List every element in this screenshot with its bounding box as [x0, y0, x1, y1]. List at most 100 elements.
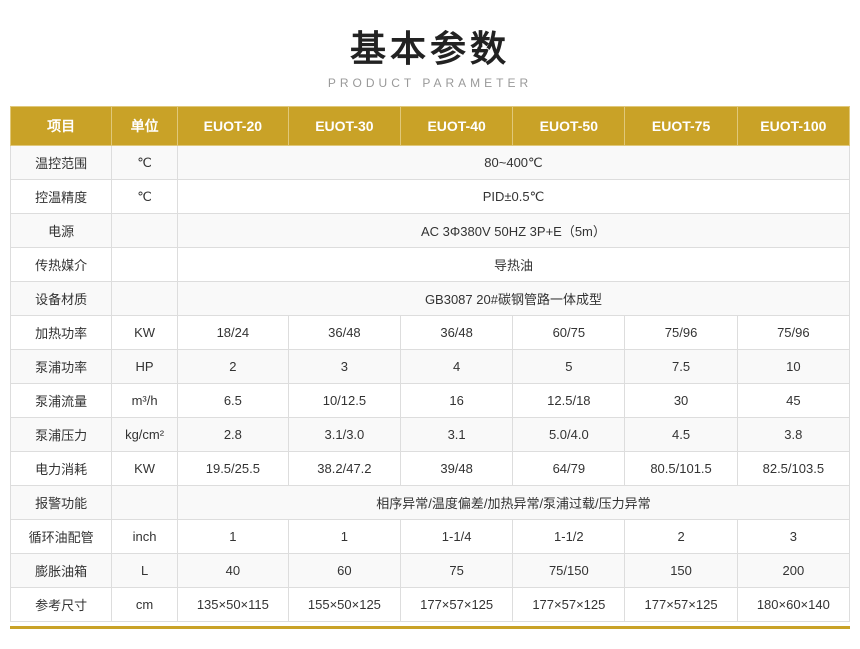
cell-span-value: 相序异常/温度偏差/加热异常/泵浦过载/压力异常 [177, 486, 849, 520]
cell-value: 5 [513, 350, 625, 384]
cell-value: 2 [177, 350, 288, 384]
table-wrapper: 项目单位EUOT-20EUOT-30EUOT-40EUOT-50EUOT-75E… [10, 106, 850, 622]
cell-value: 3.8 [737, 418, 849, 452]
cell-value: 135×50×115 [177, 588, 288, 622]
table-row: 设备材质 GB3087 20#碳钢管路一体成型 [11, 282, 850, 316]
col-header-model-EUOT-50: EUOT-50 [513, 107, 625, 146]
cell-value: 180×60×140 [737, 588, 849, 622]
col-header-model-EUOT-20: EUOT-20 [177, 107, 288, 146]
cell-span-value: 80~400℃ [177, 146, 849, 180]
cell-item: 电源 [11, 214, 112, 248]
cell-unit [112, 214, 178, 248]
cell-value: 36/48 [288, 316, 400, 350]
cell-value: 75/96 [737, 316, 849, 350]
cell-value: 18/24 [177, 316, 288, 350]
cell-value: 80.5/101.5 [625, 452, 737, 486]
cell-value: 82.5/103.5 [737, 452, 849, 486]
col-header-model-EUOT-40: EUOT-40 [401, 107, 513, 146]
cell-value: 3 [288, 350, 400, 384]
cell-unit: m³/h [112, 384, 178, 418]
cell-item: 加热功率 [11, 316, 112, 350]
cell-value: 177×57×125 [625, 588, 737, 622]
cell-unit [112, 248, 178, 282]
cell-value: 36/48 [401, 316, 513, 350]
cell-value: 75/96 [625, 316, 737, 350]
cell-value: 60 [288, 554, 400, 588]
cell-value: 45 [737, 384, 849, 418]
bottom-line [10, 626, 850, 629]
col-header-model-EUOT-75: EUOT-75 [625, 107, 737, 146]
title-section: 基本参数 PRODUCT PARAMETER [328, 20, 532, 90]
table-row: 泵浦压力kg/cm²2.83.1/3.03.15.0/4.04.53.8 [11, 418, 850, 452]
cell-span-value: GB3087 20#碳钢管路一体成型 [177, 282, 849, 316]
cell-item: 温控范围 [11, 146, 112, 180]
cell-item: 传热媒介 [11, 248, 112, 282]
cell-span-value: 导热油 [177, 248, 849, 282]
cell-value: 12.5/18 [513, 384, 625, 418]
cell-item: 报警功能 [11, 486, 112, 520]
cell-value: 75/150 [513, 554, 625, 588]
cell-item: 参考尺寸 [11, 588, 112, 622]
parameter-table: 项目单位EUOT-20EUOT-30EUOT-40EUOT-50EUOT-75E… [10, 106, 850, 622]
cell-unit: ℃ [112, 180, 178, 214]
cell-value: 60/75 [513, 316, 625, 350]
cell-value: 64/79 [513, 452, 625, 486]
title-chinese: 基本参数 [328, 20, 532, 72]
cell-value: 155×50×125 [288, 588, 400, 622]
cell-item: 膨胀油箱 [11, 554, 112, 588]
table-row: 温控范围℃80~400℃ [11, 146, 850, 180]
cell-value: 2.8 [177, 418, 288, 452]
cell-value: 1 [177, 520, 288, 554]
cell-value: 30 [625, 384, 737, 418]
title-english: PRODUCT PARAMETER [328, 76, 532, 90]
cell-value: 1-1/4 [401, 520, 513, 554]
col-header-item: 项目 [11, 107, 112, 146]
table-row: 泵浦功率HP23457.510 [11, 350, 850, 384]
cell-value: 40 [177, 554, 288, 588]
cell-value: 3 [737, 520, 849, 554]
table-row: 参考尺寸cm135×50×115155×50×125177×57×125177×… [11, 588, 850, 622]
cell-value: 10 [737, 350, 849, 384]
cell-span-value: AC 3Φ380V 50HZ 3P+E（5m） [177, 214, 849, 248]
table-row: 加热功率KW18/2436/4836/4860/7575/9675/96 [11, 316, 850, 350]
cell-unit: ℃ [112, 146, 178, 180]
cell-item: 设备材质 [11, 282, 112, 316]
table-row: 传热媒介 导热油 [11, 248, 850, 282]
cell-value: 177×57×125 [401, 588, 513, 622]
cell-unit: KW [112, 316, 178, 350]
cell-value: 16 [401, 384, 513, 418]
cell-value: 38.2/47.2 [288, 452, 400, 486]
cell-unit: HP [112, 350, 178, 384]
table-row: 泵浦流量m³/h6.510/12.51612.5/183045 [11, 384, 850, 418]
cell-value: 10/12.5 [288, 384, 400, 418]
cell-unit [112, 282, 178, 316]
cell-value: 75 [401, 554, 513, 588]
cell-value: 39/48 [401, 452, 513, 486]
cell-value: 3.1 [401, 418, 513, 452]
cell-item: 泵浦功率 [11, 350, 112, 384]
cell-value: 6.5 [177, 384, 288, 418]
cell-item: 电力消耗 [11, 452, 112, 486]
col-header-unit: 单位 [112, 107, 178, 146]
cell-item: 循环油配管 [11, 520, 112, 554]
cell-item: 泵浦压力 [11, 418, 112, 452]
cell-unit: L [112, 554, 178, 588]
cell-value: 5.0/4.0 [513, 418, 625, 452]
cell-unit [112, 486, 178, 520]
col-header-model-EUOT-100: EUOT-100 [737, 107, 849, 146]
cell-item: 控温精度 [11, 180, 112, 214]
cell-unit: kg/cm² [112, 418, 178, 452]
cell-value: 4 [401, 350, 513, 384]
table-row: 电源 AC 3Φ380V 50HZ 3P+E（5m） [11, 214, 850, 248]
cell-value: 2 [625, 520, 737, 554]
cell-value: 7.5 [625, 350, 737, 384]
cell-unit: inch [112, 520, 178, 554]
table-row: 报警功能 相序异常/温度偏差/加热异常/泵浦过载/压力异常 [11, 486, 850, 520]
table-header-row: 项目单位EUOT-20EUOT-30EUOT-40EUOT-50EUOT-75E… [11, 107, 850, 146]
cell-value: 150 [625, 554, 737, 588]
table-row: 电力消耗KW19.5/25.538.2/47.239/4864/7980.5/1… [11, 452, 850, 486]
table-row: 循环油配管inch111-1/41-1/223 [11, 520, 850, 554]
cell-value: 19.5/25.5 [177, 452, 288, 486]
col-header-model-EUOT-30: EUOT-30 [288, 107, 400, 146]
cell-unit: KW [112, 452, 178, 486]
